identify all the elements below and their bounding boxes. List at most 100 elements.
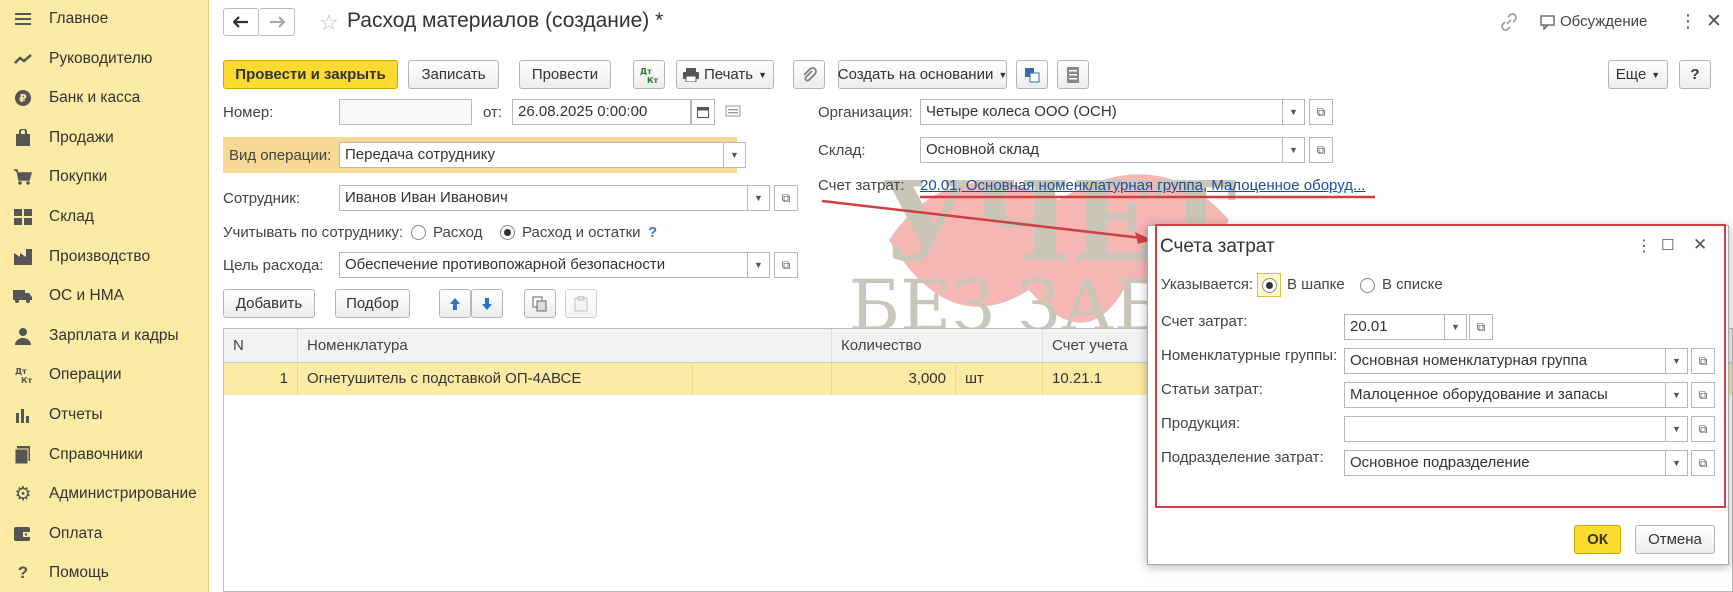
warehouse-dropdown-button[interactable]: ▼	[1283, 137, 1305, 163]
radio-expense[interactable]	[411, 225, 426, 240]
doc-number-icon[interactable]	[725, 104, 741, 122]
sidebar-item-label: Руководителю	[49, 50, 153, 67]
nomenclature-groups-open-button[interactable]: ⧉	[1691, 348, 1715, 374]
sidebar-item-payment[interactable]: Оплата	[0, 516, 209, 552]
nomenclature-groups-field[interactable]: Основная номенклатурная группа	[1344, 348, 1666, 374]
more-menu-icon[interactable]: ⋮	[1679, 11, 1697, 32]
dialog-cost-account-open-button[interactable]: ⧉	[1469, 314, 1493, 340]
cost-items-dropdown-button[interactable]: ▼	[1666, 382, 1688, 408]
sidebar-item-reports[interactable]: Отчеты	[0, 397, 209, 433]
discussion-button[interactable]: Обсуждение	[1560, 13, 1647, 30]
column-header-quantity[interactable]: Количество	[832, 329, 1043, 363]
save-button[interactable]: Записать	[408, 60, 499, 89]
division-label: Подразделение затрат:	[1161, 449, 1324, 466]
attach-button[interactable]	[793, 60, 825, 89]
more-button[interactable]: Еще ▼	[1608, 60, 1668, 89]
division-dropdown-button[interactable]: ▼	[1666, 450, 1688, 476]
sidebar-item-label: Отчеты	[49, 406, 103, 423]
sidebar-item-label: Банк и касса	[49, 89, 141, 106]
sidebar-item-admin[interactable]: ⚙ Администрирование	[0, 476, 209, 512]
date-field[interactable]: 26.08.2025 0:00:00	[512, 99, 691, 125]
operation-type-label: Вид операции:	[229, 147, 332, 164]
help-question-icon[interactable]: ?	[648, 224, 657, 241]
organization-dropdown-button[interactable]: ▼	[1283, 99, 1305, 125]
sidebar-item-purchases[interactable]: Покупки	[0, 159, 209, 195]
organization-field[interactable]: Четыре колеса ООО (ОСН)	[920, 99, 1283, 125]
sidebar-item-label: ОС и НМА	[49, 287, 124, 304]
back-button[interactable]	[223, 8, 259, 36]
cost-account-link[interactable]: 20.01, Основная номенклатурная группа, М…	[920, 177, 1365, 194]
warehouse-open-button[interactable]: ⧉	[1309, 137, 1333, 163]
radio-in-header[interactable]	[1262, 278, 1277, 293]
move-down-button[interactable]	[471, 289, 503, 318]
favorite-star-icon[interactable]: ☆	[319, 10, 339, 36]
radio-in-list[interactable]	[1360, 278, 1375, 293]
operation-type-dropdown-button[interactable]: ▼	[724, 142, 746, 168]
sidebar-item-main[interactable]: Главное	[0, 1, 209, 37]
close-icon[interactable]: ✕	[1706, 10, 1722, 33]
purpose-open-button[interactable]: ⧉	[774, 252, 798, 278]
copy-row-button[interactable]	[524, 289, 556, 318]
cost-items-open-button[interactable]: ⧉	[1691, 382, 1715, 408]
structure-button[interactable]	[1016, 60, 1048, 89]
sidebar-item-operations[interactable]: Дт Кт Операции	[0, 357, 209, 393]
employee-dropdown-button[interactable]: ▼	[748, 185, 770, 211]
division-open-button[interactable]: ⧉	[1691, 450, 1715, 476]
employee-field[interactable]: Иванов Иван Иванович	[339, 185, 748, 211]
number-field[interactable]	[339, 99, 472, 125]
sidebar-item-salary[interactable]: Зарплата и кадры	[0, 318, 209, 354]
arrow-up-icon	[450, 297, 460, 310]
column-header-nomenclature[interactable]: Номенклатура	[298, 329, 832, 363]
forward-button[interactable]	[259, 8, 295, 36]
post-and-close-button[interactable]: Провести и закрыть	[223, 60, 398, 89]
sidebar-item-help[interactable]: ? Помощь	[0, 555, 209, 591]
sidebar-item-sales[interactable]: Продажи	[0, 120, 209, 156]
arrow-right-icon	[269, 16, 285, 28]
dialog-cost-account-field[interactable]: 20.01	[1344, 314, 1445, 340]
calendar-button[interactable]	[691, 99, 715, 125]
sidebar-item-bank[interactable]: ₽ Банк и касса	[0, 80, 209, 116]
employee-open-button[interactable]: ⧉	[774, 185, 798, 211]
sidebar-item-assets[interactable]: ОС и НМА	[0, 278, 209, 314]
dtkt-button[interactable]: Дт Кт	[633, 60, 665, 89]
purpose-field[interactable]: Обеспечение противопожарной безопасности	[339, 252, 748, 278]
arrow-down-icon	[482, 297, 492, 310]
help-button[interactable]: ?	[1679, 60, 1711, 89]
print-button[interactable]: Печать ▼	[676, 60, 774, 89]
add-row-button[interactable]: Добавить	[223, 289, 315, 318]
column-header-n[interactable]: N	[224, 329, 298, 363]
organization-open-button[interactable]: ⧉	[1309, 99, 1333, 125]
organization-label: Организация:	[818, 104, 913, 121]
cost-items-field[interactable]: Малоценное оборудование и запасы	[1344, 382, 1666, 408]
sidebar-item-catalogs[interactable]: Справочники	[0, 437, 209, 473]
sidebar-item-manager[interactable]: Руководителю	[0, 41, 209, 77]
nomenclature-groups-dropdown-button[interactable]: ▼	[1666, 348, 1688, 374]
product-open-button[interactable]: ⧉	[1691, 416, 1715, 442]
radio-expense-and-balance[interactable]	[500, 225, 515, 240]
dialog-close-icon[interactable]: ✕	[1693, 235, 1707, 255]
purpose-dropdown-button[interactable]: ▼	[748, 252, 770, 278]
move-up-button[interactable]	[439, 289, 471, 318]
cancel-button[interactable]: Отмена	[1635, 525, 1715, 554]
structure-icon	[1025, 67, 1040, 82]
pick-button[interactable]: Подбор	[335, 289, 410, 318]
dialog-cost-account-dropdown-button[interactable]: ▼	[1445, 314, 1467, 340]
report-button[interactable]	[1057, 60, 1089, 89]
warehouse-field[interactable]: Основной склад	[920, 137, 1283, 163]
product-dropdown-button[interactable]: ▼	[1666, 416, 1688, 442]
ok-button[interactable]: ОК	[1574, 525, 1621, 554]
sidebar: Главное Руководителю ₽ Банк и касса Прод…	[0, 0, 209, 592]
svg-text:Дт: Дт	[15, 367, 27, 376]
product-field[interactable]	[1344, 416, 1666, 442]
division-field[interactable]: Основное подразделение	[1344, 450, 1666, 476]
dialog-maximize-icon[interactable]: ☐	[1661, 236, 1674, 254]
sidebar-item-production[interactable]: Производство	[0, 239, 209, 275]
dialog-more-icon[interactable]: ⋮	[1636, 236, 1652, 256]
link-icon[interactable]	[1500, 13, 1518, 36]
sidebar-item-warehouse[interactable]: Склад	[0, 199, 209, 235]
operation-type-field[interactable]: Передача сотруднику	[339, 142, 724, 168]
create-based-on-button[interactable]: Создать на основании ▼	[838, 60, 1007, 89]
paste-row-button[interactable]	[565, 289, 597, 318]
svg-text:₽: ₽	[19, 92, 27, 105]
post-button[interactable]: Провести	[519, 60, 611, 89]
